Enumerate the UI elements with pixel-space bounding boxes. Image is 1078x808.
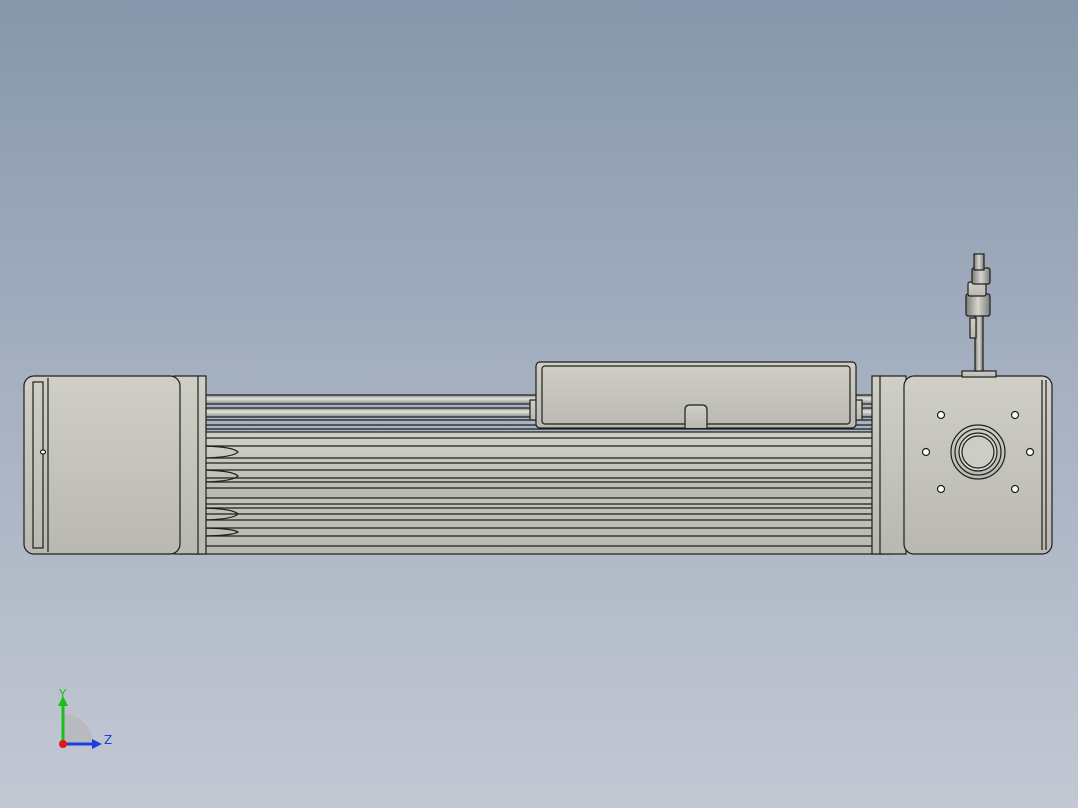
triad-quadrant — [63, 714, 93, 744]
drive-shaft-bore — [950, 424, 1006, 480]
left-end-cap[interactable] — [23, 375, 207, 555]
x-axis-dot — [59, 740, 67, 748]
limit-sensor[interactable] — [961, 253, 997, 378]
z-axis-label: Z — [104, 733, 112, 747]
y-axis-label: Y — [58, 687, 67, 701]
right-end-cap[interactable] — [871, 375, 1053, 555]
graphics-viewport[interactable]: Y Z — [0, 0, 1078, 808]
orientation-triad: Y Z — [58, 687, 112, 749]
aluminum-profile-body — [179, 431, 893, 555]
linear-actuator-model[interactable] — [0, 0, 1078, 808]
carriage-block[interactable] — [529, 361, 863, 429]
